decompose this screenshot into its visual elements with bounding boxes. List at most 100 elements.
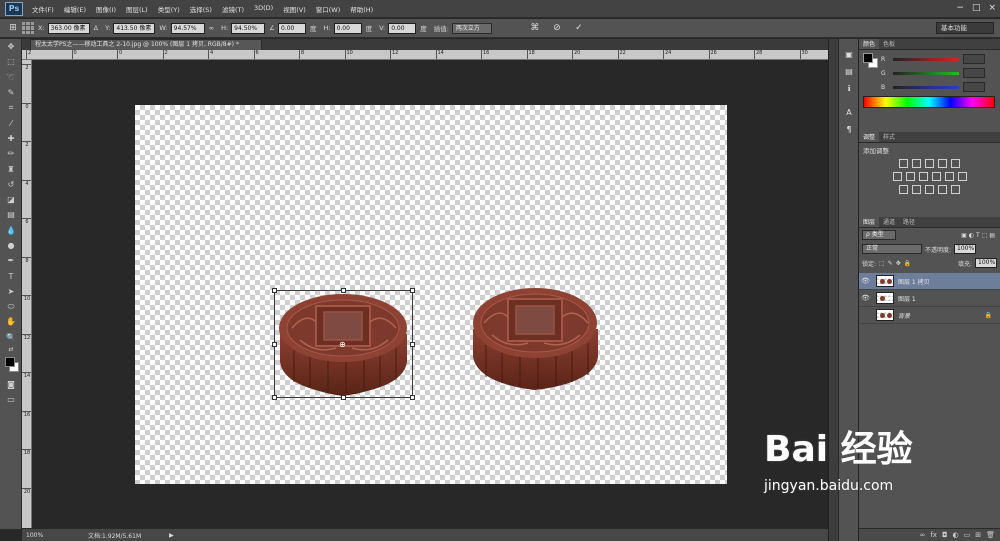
zoom-tool-icon[interactable]: 🔍	[0, 330, 22, 345]
hskew-field[interactable]: 0.00	[333, 22, 362, 34]
green-slider[interactable]	[893, 71, 959, 75]
visibility-eye-icon[interactable]: 👁	[859, 294, 872, 302]
layer-filter-select[interactable]: ρ 类型	[862, 230, 896, 240]
lasso-tool-icon[interactable]: ➰	[0, 70, 22, 85]
ruler-vertical[interactable]: 2 0 2 4 6 8 10 12 14 16 18 20	[22, 60, 32, 528]
menu-item[interactable]: 窗口(W)	[311, 4, 346, 14]
eraser-tool-icon[interactable]: ◪	[0, 192, 22, 207]
link-icon[interactable]: ∞	[209, 24, 214, 32]
menu-item[interactable]: 视图(V)	[278, 4, 311, 14]
channel-mixer-adjust-icon[interactable]	[944, 172, 954, 181]
brightness-adjust-icon[interactable]	[899, 159, 908, 168]
red-slider[interactable]	[893, 57, 959, 61]
ruler-horizontal[interactable]: 2 0 0 2 4 6 8 10 12 14 16 18 20 22 24 26 28 30	[22, 50, 828, 60]
selective-color-adjust-icon[interactable]	[938, 185, 947, 194]
minimize-button[interactable]: −	[956, 3, 964, 13]
curves-adjust-icon[interactable]	[925, 159, 934, 168]
angle-field[interactable]: 0.00	[278, 22, 306, 34]
width-field[interactable]: 94.57%	[170, 22, 205, 34]
transform-handle-left[interactable]	[272, 342, 277, 347]
tab-channels[interactable]: 通道	[879, 217, 899, 227]
swap-colors-icon[interactable]: ⇄	[0, 345, 22, 355]
hue-sat-adjust-icon[interactable]	[892, 172, 902, 181]
red-value[interactable]	[963, 54, 985, 64]
reference-point-grid[interactable]	[22, 22, 34, 34]
menu-item[interactable]: 帮助(H)	[345, 4, 378, 14]
menu-item[interactable]: 文件(F)	[27, 4, 59, 14]
visibility-eye-icon[interactable]: 👁	[859, 277, 872, 285]
blue-slider[interactable]	[893, 85, 959, 89]
tab-paths[interactable]: 路径	[899, 217, 919, 227]
paragraph-panel-icon[interactable]: ¶	[839, 122, 859, 136]
zoom-level[interactable]: 100%	[26, 532, 48, 539]
menu-item[interactable]: 滤镜(T)	[217, 4, 249, 14]
exposure-adjust-icon[interactable]	[938, 159, 947, 168]
photo-filter-adjust-icon[interactable]	[931, 172, 941, 181]
screen-mode-icon[interactable]: ▭	[0, 392, 22, 407]
type-tool-icon[interactable]: T	[0, 268, 22, 283]
menu-item[interactable]: 图层(L)	[121, 4, 153, 14]
character-panel-icon[interactable]: A	[839, 105, 859, 119]
healing-brush-tool-icon[interactable]: ✚	[0, 131, 22, 146]
y-field[interactable]: 413.50 像素	[113, 22, 156, 34]
quick-mask-icon[interactable]: ◙	[0, 377, 22, 392]
color-swatches[interactable]	[0, 355, 22, 377]
color-panel-foreground[interactable]	[863, 53, 873, 63]
vskew-field[interactable]: 0.00	[388, 22, 417, 34]
tab-styles[interactable]: 样式	[879, 132, 899, 142]
path-select-tool-icon[interactable]: ➤	[0, 284, 22, 299]
menu-item[interactable]: 图像(I)	[91, 4, 121, 14]
color-balance-adjust-icon[interactable]	[905, 172, 915, 181]
transform-handle-bottom-right[interactable]	[410, 395, 415, 400]
info-panel-icon[interactable]: ℹ	[839, 81, 859, 95]
close-button[interactable]: ×	[988, 3, 996, 13]
layer-row[interactable]: 背景 🔒	[859, 307, 1000, 324]
blur-tool-icon[interactable]: 💧	[0, 223, 22, 238]
new-group-icon[interactable]: ▭	[964, 531, 971, 539]
transform-center-icon[interactable]: ⊕	[339, 341, 346, 349]
add-mask-icon[interactable]: ◘	[942, 531, 948, 539]
gradient-map-adjust-icon[interactable]	[951, 185, 960, 194]
blue-value[interactable]	[963, 82, 985, 92]
clone-stamp-tool-icon[interactable]: ♜	[0, 161, 22, 176]
transform-handle-bottom-left[interactable]	[272, 395, 277, 400]
transform-handle-bottom[interactable]	[341, 395, 346, 400]
dodge-tool-icon[interactable]: ●	[0, 238, 22, 253]
levels-adjust-icon[interactable]	[912, 159, 921, 168]
gradient-tool-icon[interactable]: ▤	[0, 207, 22, 222]
layer-row[interactable]: 👁 图层 1 拷贝	[859, 273, 1000, 290]
lock-icons[interactable]: ⬚✎✥🔒	[879, 260, 914, 267]
eyedropper-tool-icon[interactable]: ⁄	[0, 115, 22, 130]
layer-style-icon[interactable]: fx	[930, 531, 937, 539]
transform-handle-top-left[interactable]	[272, 288, 277, 293]
warp-icon[interactable]: ⌘	[530, 23, 540, 33]
menu-item[interactable]: 编辑(E)	[59, 4, 91, 14]
transform-handle-top-right[interactable]	[410, 288, 415, 293]
x-field[interactable]: 363.00 像素	[47, 22, 90, 34]
vibrance-adjust-icon[interactable]	[951, 159, 960, 168]
history-panel-icon[interactable]: ▣	[839, 47, 859, 61]
shape-tool-icon[interactable]: ⬭	[0, 299, 22, 314]
threshold-adjust-icon[interactable]	[925, 185, 934, 194]
status-menu-arrow-icon[interactable]: ▶	[169, 532, 174, 539]
crop-tool-icon[interactable]: ⌗	[0, 100, 22, 115]
document-canvas[interactable]	[135, 105, 727, 484]
tab-swatches[interactable]: 色板	[879, 39, 899, 49]
color-lookup-adjust-icon[interactable]	[957, 172, 967, 181]
new-layer-icon[interactable]: ⊞	[975, 531, 981, 539]
black-white-adjust-icon[interactable]	[918, 172, 928, 181]
fill-field[interactable]: 100%	[975, 258, 997, 268]
maximize-button[interactable]: □	[972, 3, 981, 13]
workspace-select[interactable]: 基本功能	[936, 22, 994, 34]
posterize-adjust-icon[interactable]	[912, 185, 921, 194]
layer-filter-icons[interactable]: ▣◐T⬚▤	[961, 232, 997, 239]
layer-row[interactable]: 👁 图层 1	[859, 290, 1000, 307]
tab-adjustments[interactable]: 调整	[859, 132, 880, 142]
hand-tool-icon[interactable]: ✋	[0, 314, 22, 329]
commit-transform-icon[interactable]: ✓	[574, 23, 584, 33]
menu-item[interactable]: 类型(Y)	[153, 4, 185, 14]
adjustment-layer-icon[interactable]: ◐	[953, 531, 959, 539]
delete-layer-icon[interactable]: 🗑	[986, 531, 995, 539]
transform-bounding-box[interactable]: ⊕	[272, 288, 415, 400]
document-tab[interactable]: 程太太学PS之——移动工具之 2-10.jpg @ 100% (图层 1 拷贝,…	[30, 39, 262, 50]
